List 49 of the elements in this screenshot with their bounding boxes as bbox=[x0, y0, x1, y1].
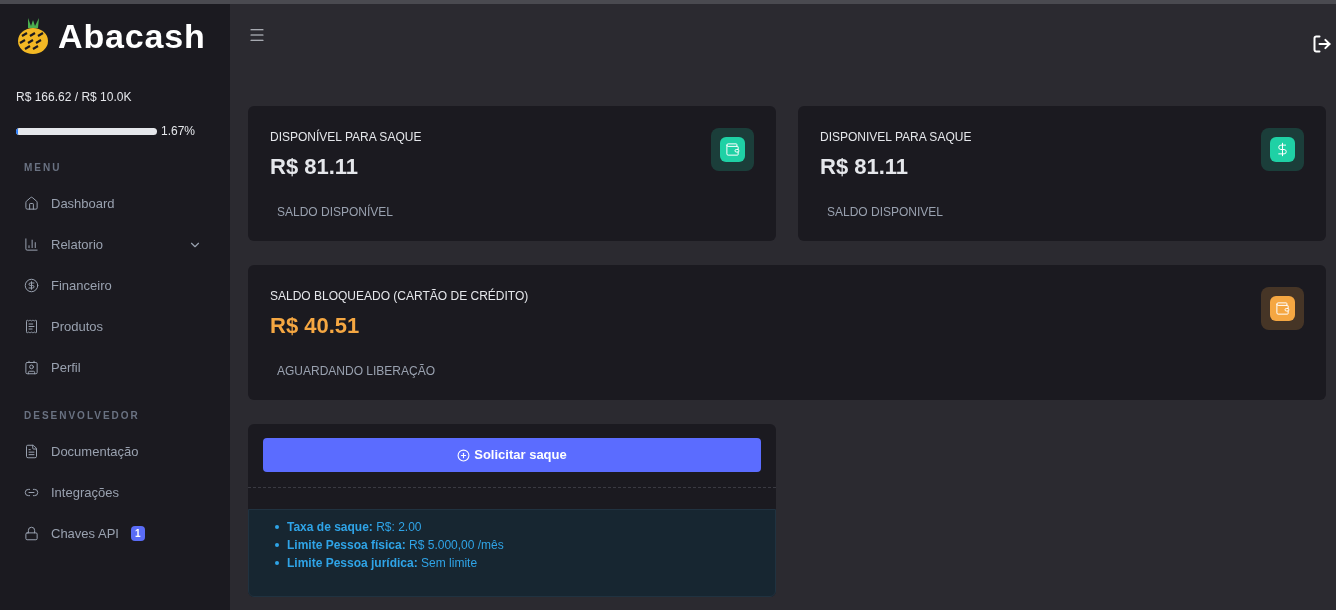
logout-icon[interactable] bbox=[1312, 34, 1332, 54]
dollar-circle-icon bbox=[24, 278, 39, 293]
info-text: Taxa de saque: R$: 2.00 bbox=[287, 519, 422, 536]
nav-item[interactable]: Financeiro bbox=[24, 265, 206, 306]
usage-text: R$ 166.62 / R$ 10.0K bbox=[16, 89, 133, 106]
card-title: DISPONIVEL PARA SAQUE bbox=[820, 129, 972, 146]
nav-item[interactable]: Documentação bbox=[24, 431, 206, 472]
nav-item[interactable]: Chaves API 1 bbox=[24, 513, 206, 554]
count-badge: 1 bbox=[130, 526, 145, 541]
section-heading: DESENVOLVEDOR bbox=[24, 409, 141, 423]
brand-name: Abacash bbox=[58, 15, 206, 57]
nav-item[interactable]: Relatorio bbox=[24, 224, 206, 265]
card-caption: SALDO DISPONÍVEL bbox=[277, 203, 395, 221]
info-text: Limite Pessoa física: R$ 5.000,00 /mês bbox=[287, 537, 504, 554]
nav-label: Perfil bbox=[51, 358, 81, 377]
card-value: R$ 81.11 bbox=[270, 153, 360, 181]
usage-percent: 1.67% bbox=[161, 123, 196, 140]
nav-item[interactable]: Produtos bbox=[24, 306, 206, 347]
menu-icon[interactable] bbox=[248, 26, 266, 44]
section-heading: MENU bbox=[24, 161, 63, 175]
nav-label: Produtos bbox=[51, 317, 104, 336]
request-withdrawal-button[interactable]: Solicitar saque bbox=[263, 438, 761, 472]
nav-label: Dashboard bbox=[51, 194, 115, 213]
card-title: DISPONÍVEL PARA SAQUE bbox=[270, 128, 422, 146]
house-icon bbox=[24, 196, 39, 211]
bar-chart-icon bbox=[24, 237, 39, 252]
card-value: R$ 40.51 bbox=[270, 312, 361, 340]
nav-item[interactable]: Perfil bbox=[24, 347, 206, 388]
id-card-icon bbox=[24, 360, 39, 375]
card-caption: AGUARDANDO LIBERAÇÃO bbox=[277, 363, 437, 380]
card-caption: SALDO DISPONIVEL bbox=[827, 204, 945, 221]
plus-circle-icon bbox=[457, 448, 471, 462]
bullet-icon bbox=[275, 543, 279, 547]
pineapple-logo-icon bbox=[16, 16, 50, 56]
info-text: Limite Pessoa jurídica: Sem limite bbox=[287, 555, 478, 572]
nav-label: Relatorio bbox=[51, 235, 104, 254]
document-icon bbox=[24, 444, 39, 459]
nav-label: Financeiro bbox=[51, 276, 112, 295]
bullet-icon bbox=[275, 561, 279, 565]
nav-label: Documentação bbox=[51, 442, 139, 461]
card-value: R$ 81.11 bbox=[820, 153, 910, 181]
bullet-icon bbox=[275, 525, 279, 529]
card-title: SALDO BLOQUEADO (CARTÃO DE CRÉDITO) bbox=[270, 287, 529, 305]
nav-label: Integrações bbox=[51, 483, 119, 502]
nav-item[interactable]: Integrações bbox=[24, 472, 206, 513]
nav-label: Chaves API bbox=[51, 524, 119, 543]
lock-icon bbox=[24, 526, 39, 541]
nav-item[interactable]: Dashboard bbox=[24, 183, 206, 224]
receipt-icon bbox=[24, 319, 39, 334]
